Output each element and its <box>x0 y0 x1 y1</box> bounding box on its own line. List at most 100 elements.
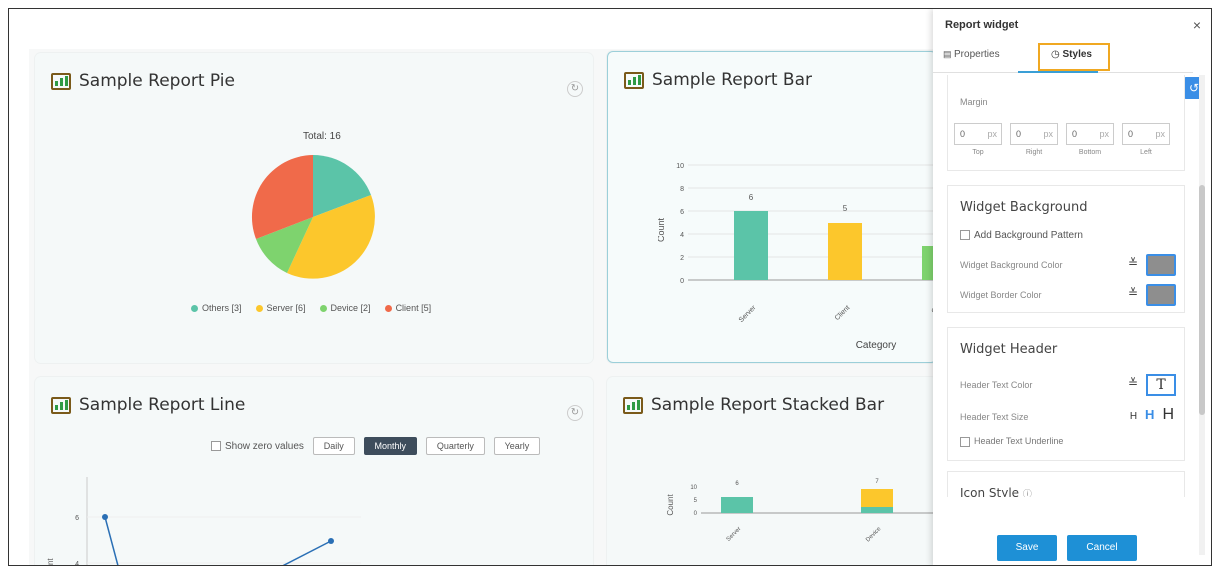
margin-fields: 0 px Top 0 px Right 0 px Bottom 0 px Left <box>954 123 1182 163</box>
stacked-ylabel: Count <box>667 494 675 516</box>
save-button[interactable]: Save <box>997 535 1057 561</box>
report-chart-icon <box>51 72 71 90</box>
tab-properties[interactable]: ▤ Properties <box>943 49 1000 60</box>
refresh-icon[interactable]: ↻ <box>567 405 583 421</box>
margin-left-label: Left <box>1140 149 1152 156</box>
ytick: 0 <box>680 278 684 285</box>
widget-pie[interactable]: Sample Report Pie ↻ Total: 16 Others [3]… <box>35 53 593 363</box>
widget-background-section: Widget Background Add Background Pattern… <box>947 185 1185 313</box>
report-chart-icon <box>624 71 644 89</box>
ytick: 6 <box>75 515 79 522</box>
pie-legend: Others [3] Server [6] Device [2] Client … <box>191 303 431 313</box>
section-title: Widget Header <box>960 342 1058 357</box>
palette-icon: ◷ <box>1051 49 1063 60</box>
pie-chart <box>251 154 375 279</box>
ytick: 2 <box>680 255 684 262</box>
bar-yticks: 10 8 6 4 2 0 <box>676 163 684 285</box>
ytick: 10 <box>690 485 697 491</box>
reset-color-icon[interactable]: ≚ <box>1128 286 1138 300</box>
bar-gridlines <box>688 164 938 281</box>
bar-value-label: 5 <box>843 204 848 213</box>
refresh-icon[interactable]: ↻ <box>567 81 583 97</box>
size-medium[interactable]: H <box>1145 407 1154 422</box>
stacked-bar-device-segment[interactable] <box>861 489 893 507</box>
icon-style-section: Icon Style ⓘ <box>947 471 1185 497</box>
bar-xlabel: Category <box>856 340 897 351</box>
period-quarterly-button[interactable]: Quarterly <box>425 437 485 455</box>
margin-top-input[interactable]: 0 px <box>954 123 1002 145</box>
bar-xtick: Server <box>738 304 758 324</box>
header-size-options: H H H <box>1130 406 1174 424</box>
margin-bottom-label: Bottom <box>1078 149 1102 156</box>
styles-scroll-area[interactable]: Margin 0 px Top 0 px Right 0 px Bottom 0 px … <box>933 75 1195 497</box>
line-title: Sample Report Line <box>79 395 246 415</box>
margin-left-input[interactable]: 0 px <box>1122 123 1170 145</box>
pie-total: Total: 16 <box>303 131 341 142</box>
line-point[interactable] <box>328 538 334 544</box>
widget-bar[interactable]: Sample Report Bar Count 10 8 6 4 2 0 6 5… <box>607 51 938 363</box>
ytick: 5 <box>694 498 698 504</box>
margin-label: Margin <box>960 97 988 107</box>
margin-bottom-input[interactable]: 0 px <box>1066 123 1114 145</box>
tab-styles[interactable]: ◷ Styles <box>1051 49 1092 60</box>
ytick: 4 <box>75 561 79 566</box>
reset-color-icon[interactable]: ≚ <box>1128 256 1138 270</box>
border-color-swatch[interactable] <box>1146 284 1176 306</box>
ytick: 4 <box>680 232 684 239</box>
margin-top-label: Top <box>972 149 984 156</box>
ytick: 8 <box>680 186 684 193</box>
panel-tabs: ▤ Properties ◷ Styles <box>933 43 1193 73</box>
ytick: 0 <box>694 511 698 517</box>
show-zero-checkbox[interactable]: Show zero values <box>211 441 304 452</box>
margin-right-input[interactable]: 0 px <box>1010 123 1058 145</box>
line-point[interactable] <box>102 514 108 520</box>
period-controls: Show zero values Daily Monthly Quarterly… <box>211 437 541 455</box>
cancel-button[interactable]: Cancel <box>1067 535 1137 561</box>
legend-item[interactable]: Server [6] <box>255 303 306 313</box>
line-ylabel: Count <box>46 558 55 566</box>
header-underline-checkbox[interactable]: Header Text Underline <box>960 436 1063 447</box>
line-chart: 6 4 Count <box>46 477 361 566</box>
period-monthly-button[interactable]: Monthly <box>363 437 418 455</box>
reset-color-icon[interactable]: ≚ <box>1128 376 1138 390</box>
ytick: 6 <box>680 209 684 216</box>
section-title: Icon Style ⓘ <box>960 486 1032 497</box>
ytick: 10 <box>676 163 684 170</box>
header-text-color-swatch[interactable]: T <box>1146 374 1176 396</box>
pie-title: Sample Report Pie <box>79 71 235 91</box>
stacked-total-label: 7 <box>875 479 879 485</box>
active-tab-indicator <box>1018 71 1098 73</box>
bar-value-label: 6 <box>749 193 754 202</box>
size-small[interactable]: H <box>1130 411 1137 422</box>
margin-section: Margin 0 px Top 0 px Right 0 px Bottom 0 px … <box>947 75 1185 171</box>
legend-item[interactable]: Device [2] <box>319 303 371 313</box>
background-pattern-checkbox[interactable]: Add Background Pattern <box>960 230 1083 241</box>
legend-item[interactable]: Client [5] <box>384 303 431 313</box>
size-large[interactable]: H <box>1162 406 1174 424</box>
widget-title: Sample Report Pie <box>51 71 235 91</box>
period-yearly-button[interactable]: Yearly <box>493 437 541 455</box>
widget-line[interactable]: Sample Report Line ↻ Show zero values Da… <box>35 377 593 566</box>
bar-client[interactable] <box>828 223 862 280</box>
widget-title: Sample Report Bar <box>624 70 812 90</box>
stacked-xtick: Device <box>865 526 883 544</box>
report-widget-panel: Report widget × ▤ Properties ◷ Styles ↺ … <box>933 9 1211 565</box>
bar-server[interactable] <box>734 211 768 280</box>
bar-title: Sample Report Bar <box>652 70 812 90</box>
panel-scrollbar[interactable] <box>1199 75 1205 555</box>
legend-item[interactable]: Others [3] <box>191 303 242 313</box>
widget-stacked-bar[interactable]: Sample Report Stacked Bar Count 10 5 0 6… <box>607 377 937 565</box>
field-label: Widget Border Color <box>960 290 1042 300</box>
stacked-bar-server[interactable] <box>721 497 753 513</box>
field-label: Header Text Color <box>960 380 1033 390</box>
report-chart-icon <box>51 396 71 414</box>
bg-color-swatch[interactable] <box>1146 254 1176 276</box>
stacked-xtick: Server <box>726 526 743 543</box>
report-chart-icon <box>623 396 643 414</box>
widget-header-section: Widget Header Header Text Color ≚ T Head… <box>947 327 1185 461</box>
properties-icon: ▤ <box>943 49 955 59</box>
stacked-bar-device-segment[interactable] <box>861 507 893 513</box>
close-icon[interactable]: × <box>1193 17 1201 33</box>
widget-title: Sample Report Stacked Bar <box>623 395 884 415</box>
period-daily-button[interactable]: Daily <box>312 437 355 455</box>
